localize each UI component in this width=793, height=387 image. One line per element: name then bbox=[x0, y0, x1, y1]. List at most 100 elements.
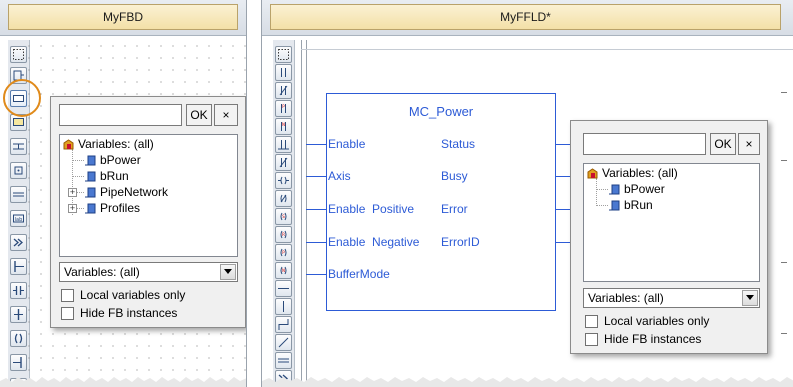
tree-item-label: bRun bbox=[624, 198, 653, 212]
variable-icon bbox=[84, 154, 97, 167]
select-value: Variables: (all) bbox=[64, 265, 140, 279]
tree-item-variables-root[interactable]: Variables: (all) bbox=[586, 165, 678, 181]
output-pin-status[interactable]: Status bbox=[441, 137, 475, 151]
tree-item-label: Variables: (all) bbox=[78, 137, 154, 151]
checkbox-label: Hide FB instances bbox=[80, 306, 178, 320]
hide-fb-instances-checkbox[interactable]: Hide FB instances bbox=[585, 332, 701, 346]
tree-item-brun[interactable]: bRun bbox=[84, 168, 129, 184]
select-value: Variables: (all) bbox=[588, 291, 664, 305]
tab-myfbd[interactable]: MyFBD bbox=[8, 4, 238, 30]
ffld-editor-panel: MyFFLD* P N S R P N MC_Power Enable Axis… bbox=[261, 0, 793, 387]
output-pin-errorid[interactable]: ErrorID bbox=[441, 235, 480, 249]
canvas-tick bbox=[781, 92, 787, 93]
variables-root-icon bbox=[62, 138, 75, 151]
checkbox-box[interactable] bbox=[585, 332, 598, 346]
tree-item-variables-root[interactable]: Variables: (all) bbox=[62, 136, 154, 152]
fbd-editor-panel: MyFBD lab OK × Variables: (all) bPower b… bbox=[0, 0, 247, 387]
chevron-down-icon[interactable] bbox=[742, 290, 758, 306]
tree-item-bpower[interactable]: bPower bbox=[84, 152, 141, 168]
function-block-name: MC_Power bbox=[408, 104, 474, 119]
tab-bar: MyFBD bbox=[0, 0, 246, 36]
ok-button[interactable]: OK bbox=[186, 104, 212, 126]
tree-item-label: Profiles bbox=[100, 201, 141, 215]
variables-root-icon bbox=[586, 167, 599, 180]
panel-gap bbox=[248, 0, 260, 387]
output-wire bbox=[556, 209, 570, 210]
variable-selector-popup: OK × Variables: (all) bPower bRun Variab… bbox=[570, 120, 768, 354]
variable-icon bbox=[84, 170, 97, 183]
expand-icon[interactable]: + bbox=[68, 204, 77, 213]
tree-item-label: bRun bbox=[100, 169, 129, 183]
canvas-tick bbox=[781, 333, 787, 334]
left-power-rail-inner bbox=[306, 40, 307, 387]
input-pin-buffermode[interactable]: BufferMode bbox=[328, 267, 390, 281]
close-button[interactable]: × bbox=[738, 133, 760, 155]
tree-connector bbox=[596, 178, 597, 206]
checkbox-label: Local variables only bbox=[80, 288, 186, 302]
local-variables-checkbox[interactable]: Local variables only bbox=[585, 314, 709, 328]
variable-search-input[interactable] bbox=[583, 133, 706, 155]
output-pin-busy[interactable]: Busy bbox=[441, 169, 468, 183]
highlight-circle bbox=[3, 79, 41, 117]
expand-icon[interactable]: + bbox=[68, 188, 77, 197]
variable-filter-select[interactable]: Variables: (all) bbox=[583, 288, 760, 308]
checkbox-box[interactable] bbox=[61, 306, 74, 320]
output-wire bbox=[556, 144, 570, 145]
close-button[interactable]: × bbox=[214, 104, 238, 126]
checkbox-box[interactable] bbox=[585, 314, 598, 328]
input-wire bbox=[306, 274, 326, 275]
tree-item-label: bPower bbox=[624, 182, 665, 196]
input-wire bbox=[306, 144, 326, 145]
tree-connector bbox=[72, 160, 84, 161]
ok-button[interactable]: OK bbox=[710, 133, 736, 155]
variable-search-input[interactable] bbox=[59, 104, 182, 126]
tree-item-pipenetwork[interactable]: PipeNetwork bbox=[84, 184, 168, 200]
variable-icon bbox=[84, 186, 97, 199]
tree-item-profiles[interactable]: Profiles bbox=[84, 200, 140, 216]
variable-icon bbox=[608, 183, 621, 196]
torn-edge bbox=[0, 377, 246, 387]
checkbox-box[interactable] bbox=[61, 288, 74, 302]
input-pin-enable-negative[interactable]: Enable Negative bbox=[328, 235, 419, 249]
svg-text:N: N bbox=[282, 122, 285, 127]
tree-item-bpower[interactable]: bPower bbox=[608, 181, 665, 197]
input-wire bbox=[306, 242, 326, 243]
variable-filter-select[interactable]: Variables: (all) bbox=[59, 262, 238, 282]
svg-text:R: R bbox=[282, 232, 285, 237]
input-pin-enable[interactable]: Enable bbox=[328, 137, 365, 151]
local-variables-checkbox[interactable]: Local variables only bbox=[61, 288, 185, 302]
canvas-tick bbox=[781, 160, 787, 161]
svg-text:S: S bbox=[282, 214, 285, 219]
torn-edge bbox=[262, 377, 793, 387]
hide-fb-instances-checkbox[interactable]: Hide FB instances bbox=[61, 306, 177, 320]
output-wire bbox=[556, 242, 570, 243]
checkbox-label: Local variables only bbox=[604, 314, 710, 328]
input-pin-axis[interactable]: Axis bbox=[328, 169, 351, 183]
output-wire bbox=[556, 176, 570, 177]
tab-bar: MyFFLD* bbox=[262, 0, 793, 36]
svg-text:P: P bbox=[282, 104, 285, 109]
variable-tree[interactable]: Variables: (all) bPower bRun + PipeNetwo… bbox=[59, 134, 238, 257]
svg-text:P: P bbox=[282, 250, 285, 255]
input-wire bbox=[306, 209, 326, 210]
tree-item-label: bPower bbox=[100, 153, 141, 167]
tree-item-brun[interactable]: bRun bbox=[608, 197, 653, 213]
variable-tree[interactable]: Variables: (all) bPower bRun bbox=[583, 163, 760, 282]
chevron-down-icon[interactable] bbox=[220, 264, 236, 280]
svg-text:lab: lab bbox=[15, 217, 23, 223]
output-pin-error[interactable]: Error bbox=[441, 202, 468, 216]
tree-connector bbox=[72, 176, 84, 177]
tab-myffld[interactable]: MyFFLD* bbox=[270, 4, 781, 30]
variable-icon bbox=[84, 202, 97, 215]
input-pin-enable-positive[interactable]: Enable Positive bbox=[328, 202, 414, 216]
tree-connector bbox=[596, 189, 608, 190]
tree-connector bbox=[596, 205, 608, 206]
svg-text:N: N bbox=[282, 268, 285, 273]
tree-item-label: Variables: (all) bbox=[602, 166, 678, 180]
checkbox-label: Hide FB instances bbox=[604, 332, 702, 346]
tree-item-label: PipeNetwork bbox=[100, 185, 169, 199]
left-power-rail bbox=[301, 40, 302, 387]
input-wire bbox=[306, 176, 326, 177]
variable-selector-popup: OK × Variables: (all) bPower bRun + Pipe… bbox=[50, 96, 246, 328]
variable-icon bbox=[608, 199, 621, 212]
